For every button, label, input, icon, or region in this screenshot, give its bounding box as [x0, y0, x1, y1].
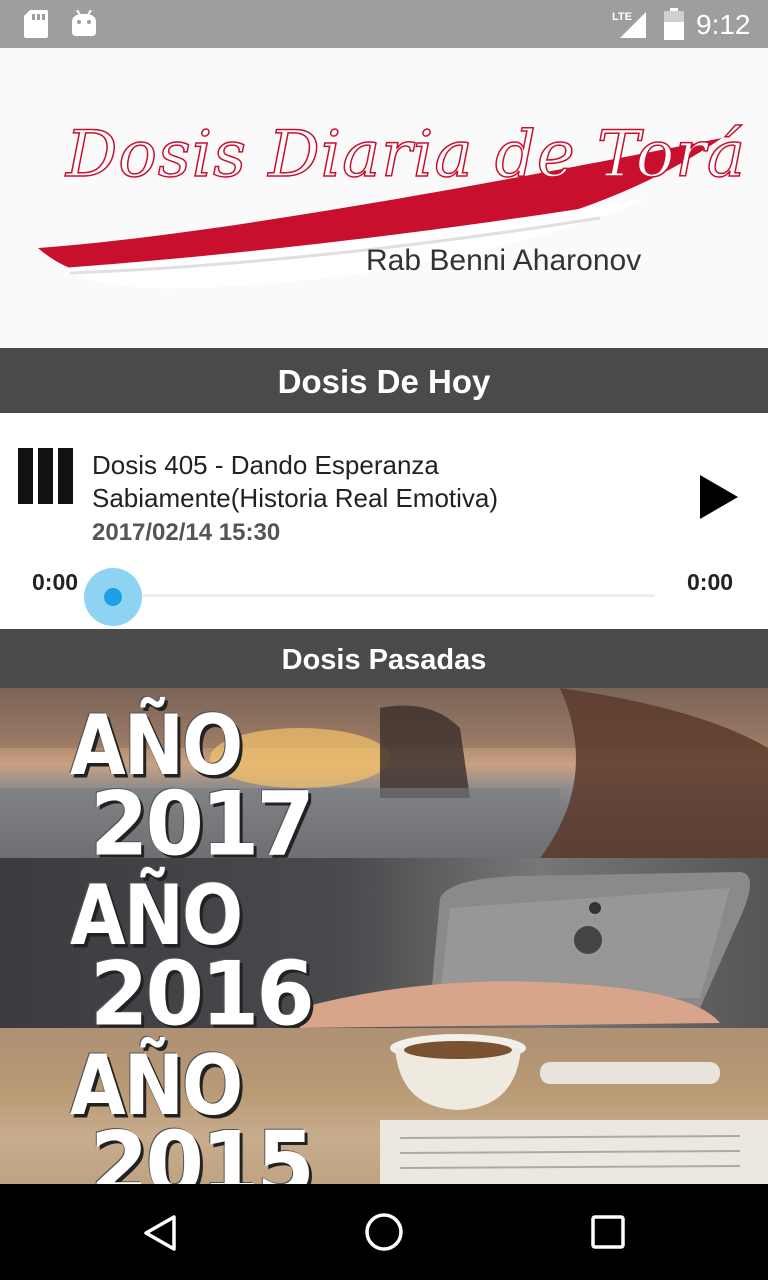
sd-card-icon — [24, 10, 48, 38]
today-header: Dosis De Hoy — [0, 348, 768, 413]
system-nav-bar — [0, 1184, 768, 1280]
clock: 9:12 — [696, 9, 751, 40]
audio-player: Dosis 405 - Dando Esperanza Sabiamente(H… — [0, 413, 768, 629]
home-icon[interactable] — [364, 1212, 404, 1252]
play-icon — [700, 475, 738, 519]
logo-swoosh — [38, 138, 722, 289]
android-icon — [72, 10, 96, 36]
year-banner-2015[interactable]: AÑO 2015 — [0, 1028, 768, 1184]
total-time: 0:00 — [687, 569, 734, 595]
year-banner-2016[interactable]: AÑO 2016 — [0, 858, 768, 1028]
track-title: Dosis 405 - Dando Esperanza Sabiamente(H… — [92, 450, 499, 513]
network-label: LTE — [612, 11, 632, 23]
year-number: 2017 — [90, 772, 315, 858]
status-bar: LTE 9:12 — [0, 0, 768, 48]
lte-signal-icon: LTE — [612, 11, 646, 38]
battery-icon — [664, 8, 684, 40]
elapsed-time: 0:00 — [32, 569, 79, 595]
back-icon[interactable] — [142, 1214, 178, 1252]
year-banner-2017[interactable]: AÑO 2017 — [0, 688, 768, 858]
logo-subtitle: Rab Benni Aharonov — [366, 244, 642, 277]
play-button[interactable] — [700, 475, 738, 519]
equalizer-icon — [18, 448, 74, 504]
year-number: 2016 — [90, 942, 315, 1028]
seek-bar[interactable] — [113, 594, 655, 597]
year-label: AÑO 2017 — [70, 704, 315, 858]
logo-title: Dosis Diaria de Torá — [65, 117, 747, 193]
app-logo: Dosis Diaria de Torá Rab Benni Aharonov — [0, 48, 768, 348]
past-header: Dosis Pasadas — [0, 629, 768, 688]
year-label: AÑO 2016 — [70, 874, 315, 1028]
year-number: 2015 — [90, 1112, 315, 1184]
track-date: 2017/02/14 15:30 — [92, 519, 281, 546]
seek-thumb[interactable] — [104, 588, 122, 606]
recents-icon[interactable] — [590, 1214, 626, 1250]
year-label: AÑO 2015 — [70, 1044, 315, 1184]
